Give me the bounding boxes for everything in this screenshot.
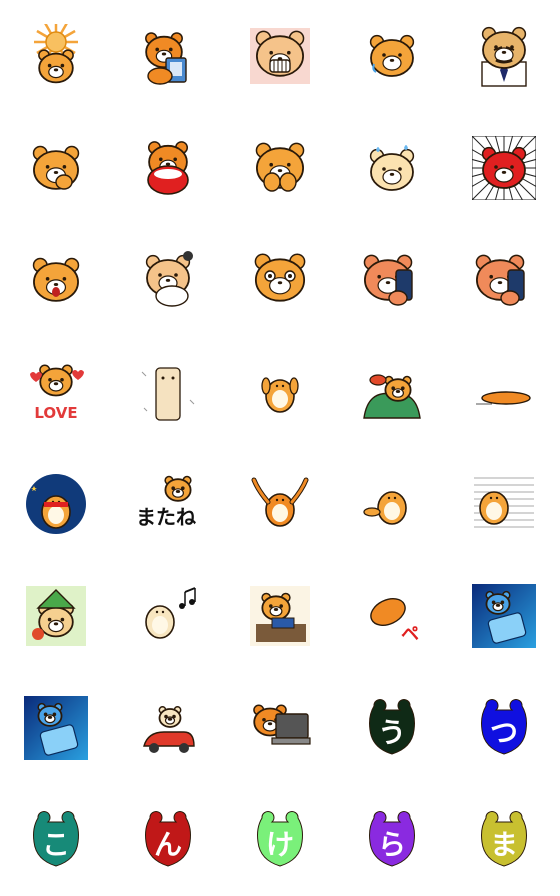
- bear-surprised-icon: [32, 257, 80, 302]
- sticker-bear-sleeping-blanket[interactable]: [136, 248, 200, 312]
- glyph-ma-text: ま: [490, 828, 518, 861]
- glyph-ke-text: け: [266, 828, 294, 861]
- sticker-glyph-ko[interactable]: こ: [24, 808, 88, 872]
- sticker-bear-shout[interactable]: [136, 136, 200, 200]
- bear-bluesleep-icon: [472, 584, 536, 648]
- sticker-glyph-tsu[interactable]: つ: [472, 696, 536, 760]
- bear-red-shock-icon: [472, 136, 536, 200]
- sticker-bear-matane[interactable]: またね: [136, 472, 200, 536]
- bear-desk-icon: [250, 586, 310, 646]
- bear-eyes-icon: [254, 253, 306, 302]
- sticker-bear-with-phone-notes[interactable]: [136, 24, 200, 88]
- sticker-bear-surprised[interactable]: [24, 248, 88, 312]
- sticker-glyph-ke[interactable]: け: [248, 808, 312, 872]
- sticker-bear-flying-pe[interactable]: ペ: [360, 584, 424, 648]
- sticker-bear-suit-mustache[interactable]: [472, 24, 536, 88]
- bear-music-icon: [145, 587, 196, 639]
- glyph-n-icon: ん: [145, 811, 191, 867]
- sticker-bear-music[interactable]: [136, 584, 200, 648]
- sticker-bear-blue-sleep-2[interactable]: [24, 696, 88, 760]
- sticker-bear-cry-sweat[interactable]: [360, 136, 424, 200]
- bear-shout-icon: [147, 141, 189, 195]
- bear-notebook-icon: [145, 32, 187, 85]
- bear-head-icon: [369, 34, 415, 77]
- sticker-glyph-ra[interactable]: ら: [360, 808, 424, 872]
- sticker-bear-green-hat[interactable]: [24, 584, 88, 648]
- sticker-glyph-n[interactable]: ん: [136, 808, 200, 872]
- bear-run-icon: [474, 477, 534, 528]
- bear-hat-icon: [26, 586, 86, 646]
- sticker-glyph-ma[interactable]: ま: [472, 808, 536, 872]
- glyph-ra-icon: ら: [369, 811, 415, 867]
- bear-phone-icon: [363, 254, 413, 306]
- sticker-bear-happy-jump[interactable]: [248, 360, 312, 424]
- bear-pe-icon: ペ: [370, 598, 419, 645]
- glyph-ko-icon: こ: [33, 811, 79, 867]
- bear-armsup-icon: [251, 477, 309, 527]
- glyph-ko-text: こ: [42, 828, 70, 861]
- sticker-bear-lying-flat[interactable]: [472, 360, 536, 424]
- matane-text: またね: [136, 505, 196, 529]
- glyph-tsu-icon: つ: [481, 699, 527, 755]
- sticker-bear-blanket-green[interactable]: [360, 360, 424, 424]
- glyph-u-icon: う: [369, 699, 415, 755]
- bear-matane-icon: またね: [136, 475, 196, 529]
- sticker-grid: LOVE またねペう つこ ん け ら ま: [0, 0, 560, 896]
- bear-cry-icon: [369, 145, 415, 191]
- bear-stretch-icon: [363, 491, 407, 525]
- sticker-bear-grin-effort[interactable]: [248, 24, 312, 88]
- glyph-ke-icon: け: [257, 811, 303, 867]
- sticker-bear-blue-sleep[interactable]: [472, 584, 536, 648]
- sticker-bear-cover-mouth[interactable]: [248, 136, 312, 200]
- sticker-red-bear-shock[interactable]: [472, 136, 536, 200]
- glyph-tsu-text: つ: [490, 716, 518, 749]
- sticker-bear-phone-left[interactable]: [360, 248, 424, 312]
- bear-night-icon: [26, 474, 86, 534]
- bear-laptop-icon: [253, 704, 311, 745]
- sticker-bear-arms-up[interactable]: [248, 472, 312, 536]
- glyph-ra-text: ら: [378, 828, 406, 861]
- bear-car-icon: [143, 706, 195, 753]
- bear-bluesleep2-icon: [24, 696, 88, 760]
- sticker-bear-stretch[interactable]: [360, 472, 424, 536]
- sticker-bear-laptop[interactable]: [248, 696, 312, 760]
- sticker-bear-running-lines[interactable]: [472, 472, 536, 536]
- glyph-u-text: う: [378, 716, 406, 749]
- love-text: LOVE: [34, 404, 77, 422]
- bear-shy-icon: [32, 145, 80, 190]
- bear-sun-icon: [34, 24, 78, 84]
- bear-suit-icon: [481, 26, 527, 87]
- bear-flat-icon: [476, 391, 531, 405]
- sticker-bear-big-eyes[interactable]: [248, 248, 312, 312]
- sticker-bear-hand-mouth[interactable]: [24, 136, 88, 200]
- glyph-ma-icon: ま: [481, 811, 527, 867]
- bear-cover-icon: [255, 142, 305, 192]
- bear-jump-icon: [261, 377, 299, 413]
- bear-phone2-icon: [475, 254, 525, 306]
- bear-love-icon: LOVE: [30, 364, 84, 422]
- bear-blanket-icon: [363, 374, 421, 419]
- sticker-bear-head-sweat[interactable]: [360, 24, 424, 88]
- bear-wrapped-icon: [141, 367, 195, 421]
- sticker-bear-wrapped[interactable]: [136, 360, 200, 424]
- sticker-bear-night-scarf[interactable]: [24, 472, 88, 536]
- glyph-n-text: ん: [154, 828, 182, 861]
- pe-text: ペ: [401, 624, 419, 645]
- bear-sleep-icon: [145, 251, 193, 307]
- sticker-bear-laptop-desk[interactable]: [248, 584, 312, 648]
- sticker-glyph-u[interactable]: う: [360, 696, 424, 760]
- sticker-bear-car[interactable]: [136, 696, 200, 760]
- sticker-sun-bear[interactable]: [24, 24, 88, 88]
- bear-grin-icon: [250, 28, 310, 84]
- sticker-bear-love[interactable]: LOVE: [24, 360, 88, 424]
- sticker-bear-phone-right[interactable]: [472, 248, 536, 312]
